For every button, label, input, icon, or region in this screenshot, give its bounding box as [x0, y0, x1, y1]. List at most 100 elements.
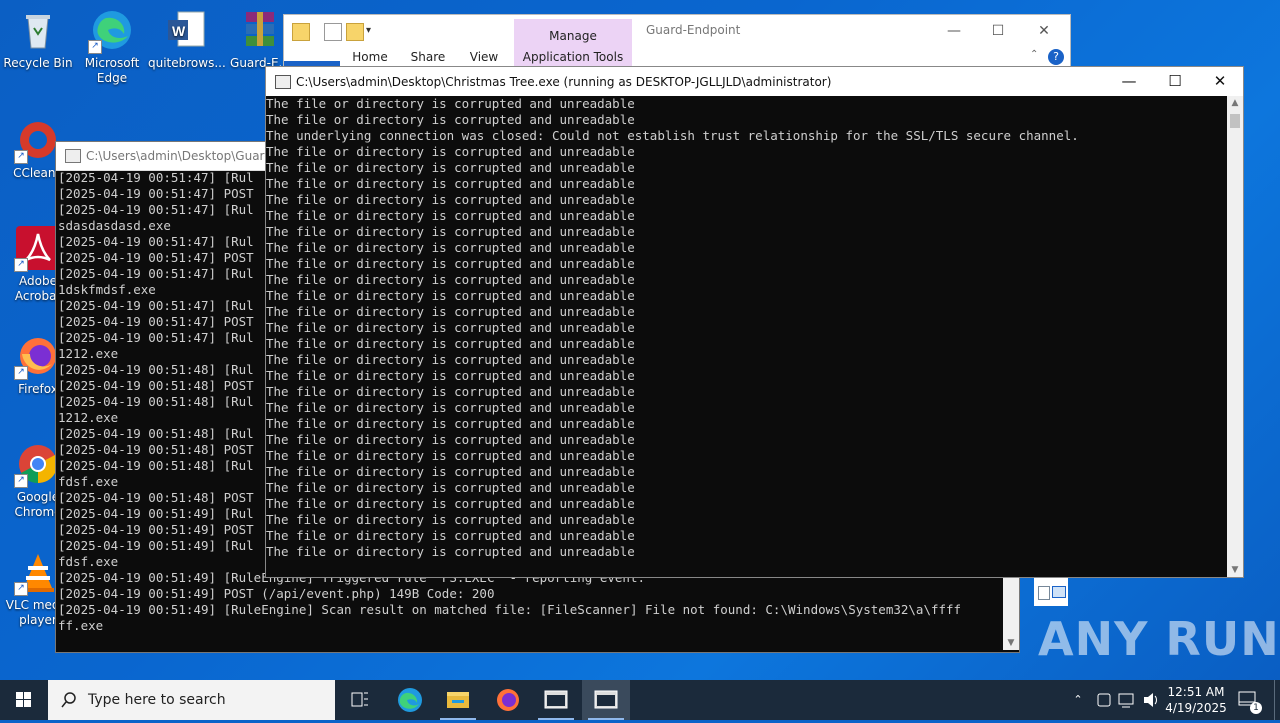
console-line: The file or directory is corrupted and u…	[266, 112, 635, 127]
console-line: The file or directory is corrupted and u…	[266, 288, 635, 303]
tree-console-scrollbar[interactable]: ▲ ▼	[1227, 96, 1243, 577]
new-folder-icon[interactable]	[346, 23, 364, 41]
console-line: The file or directory is corrupted and u…	[266, 320, 635, 335]
shortcut-arrow-icon: ↗	[14, 150, 28, 164]
console-icon	[65, 149, 81, 163]
console-line: The file or directory is corrupted and u…	[266, 464, 635, 479]
console-line: The file or directory is corrupted and u…	[266, 272, 635, 287]
task-view-button[interactable]	[336, 680, 384, 720]
shortcut-arrow-icon: ↗	[88, 40, 102, 54]
desktop-icon-quitebrows[interactable]: W quitebrows...	[148, 8, 226, 71]
console-line: The file or directory is corrupted and u…	[266, 448, 635, 463]
tree-console-title: C:\Users\admin\Desktop\Christmas Tree.ex…	[296, 75, 832, 89]
properties-icon[interactable]	[324, 23, 342, 41]
console-line: The file or directory is corrupted and u…	[266, 160, 635, 175]
windows-logo-icon	[16, 692, 31, 707]
anyrun-watermark: ANY RUN	[1038, 612, 1280, 666]
console-line: The file or directory is corrupted and u…	[266, 480, 635, 495]
maximize-button[interactable]: ☐	[976, 19, 1020, 43]
start-button[interactable]	[0, 680, 48, 720]
ccleaner-icon: ↗	[14, 118, 60, 164]
large-icons-view-icon[interactable]	[1052, 586, 1066, 598]
notification-badge: 1	[1250, 702, 1262, 714]
folder-icon	[292, 23, 310, 41]
edge-icon: ↗	[88, 8, 134, 54]
console-line: [2025-04-19 00:51:49] POST (/api/event.p…	[58, 586, 495, 601]
scroll-down-icon[interactable]: ▼	[1003, 636, 1019, 650]
shortcut-arrow-icon: ↗	[14, 258, 28, 272]
scroll-down-icon[interactable]: ▼	[1227, 563, 1243, 577]
desktop-icon-label: quitebrows...	[148, 56, 226, 70]
winrar-icon	[238, 8, 282, 52]
edge-icon	[398, 688, 422, 712]
desktop-icon-label: Microsoft Edge	[84, 56, 140, 85]
console-line: The underlying connection was closed: Co…	[266, 128, 1079, 143]
guard-console-title: C:\Users\admin\Desktop\Guard-E	[86, 149, 284, 163]
search-placeholder: Type here to search	[88, 692, 226, 708]
help-icon[interactable]: ?	[1048, 49, 1064, 65]
tree-console-output: The file or directory is corrupted and u…	[266, 96, 1226, 577]
desktop-icon-label: Recycle Bin	[3, 56, 73, 70]
console-icon	[544, 690, 568, 709]
ribbon-collapse-icon[interactable]: ⌃	[1030, 49, 1038, 60]
word-doc-icon: W	[164, 8, 208, 52]
manage-context-tab[interactable]: Manage	[514, 29, 632, 43]
console-line: The file or directory is corrupted and u…	[266, 416, 635, 431]
taskbar-clock[interactable]: 12:51 AM 4/19/2025	[1160, 684, 1232, 716]
console-line: ff.exe	[58, 618, 104, 633]
show-desktop-button[interactable]	[1274, 680, 1280, 720]
recycle-bin-icon	[16, 8, 60, 52]
close-button[interactable]: ✕	[1197, 67, 1243, 96]
notification-center-icon[interactable]: 1	[1236, 680, 1262, 720]
taskbar-console-tree[interactable]	[582, 680, 630, 720]
explorer-view-toggle[interactable]	[1034, 576, 1068, 606]
taskbar-console-guard[interactable]	[532, 680, 580, 720]
taskbar-edge[interactable]	[386, 680, 434, 720]
chrome-icon: ↗	[14, 442, 60, 488]
console-line: The file or directory is corrupted and u…	[266, 176, 635, 191]
console-line: The file or directory is corrupted and u…	[266, 144, 635, 159]
shortcut-arrow-icon: ↗	[14, 366, 28, 380]
search-icon	[61, 692, 76, 708]
volume-icon[interactable]	[1140, 680, 1162, 720]
show-hidden-icons-icon[interactable]: ⌃	[1068, 680, 1088, 720]
scroll-up-icon[interactable]: ▲	[1227, 96, 1243, 110]
taskbar-file-explorer[interactable]	[434, 680, 482, 720]
taskbar-search-box[interactable]: Type here to search	[48, 680, 335, 720]
console-line: The file or directory is corrupted and u…	[266, 256, 635, 271]
christmas-tree-console[interactable]: C:\Users\admin\Desktop\Christmas Tree.ex…	[265, 66, 1244, 578]
customize-toolbar-icon[interactable]: ▾	[366, 23, 382, 39]
minimize-button[interactable]: —	[1106, 67, 1152, 96]
console-line: The file or directory is corrupted and u…	[266, 304, 635, 319]
console-icon	[275, 75, 291, 89]
console-line: The file or directory is corrupted and u…	[266, 512, 635, 527]
console-line: The file or directory is corrupted and u…	[266, 352, 635, 367]
console-line: The file or directory is corrupted and u…	[266, 240, 635, 255]
tray-app-icon[interactable]	[1094, 680, 1114, 720]
taskbar-firefox[interactable]	[484, 680, 532, 720]
details-view-icon[interactable]	[1038, 586, 1050, 600]
desktop-icon-recycle-bin[interactable]: Recycle Bin	[0, 8, 76, 71]
close-button[interactable]: ✕	[1022, 19, 1066, 43]
console-line: The file or directory is corrupted and u…	[266, 432, 635, 447]
desktop-icon-edge[interactable]: ↗ Microsoft Edge	[74, 8, 150, 86]
task-view-icon	[351, 692, 368, 707]
svg-text:W: W	[172, 23, 186, 39]
console-line: The file or directory is corrupted and u…	[266, 96, 635, 111]
shortcut-arrow-icon: ↗	[14, 474, 28, 488]
taskbar: Type here to search ⌃ 12:51 AM 4/19/2025…	[0, 680, 1280, 720]
console-line: The file or directory is corrupted and u…	[266, 544, 635, 559]
shortcut-arrow-icon: ↗	[14, 582, 28, 596]
network-icon[interactable]	[1116, 680, 1138, 720]
maximize-button[interactable]: ☐	[1152, 67, 1198, 96]
console-line: The file or directory is corrupted and u…	[266, 368, 635, 383]
firefox-icon	[497, 689, 519, 711]
vlc-icon: ↗	[14, 550, 60, 596]
tree-console-titlebar[interactable]: C:\Users\admin\Desktop\Christmas Tree.ex…	[266, 67, 1243, 96]
clock-date: 4/19/2025	[1165, 701, 1227, 715]
explorer-title: Guard-Endpoint	[646, 23, 741, 37]
minimize-button[interactable]: —	[932, 19, 976, 43]
console-line: [2025-04-19 00:51:49] [RuleEngine] Scan …	[58, 602, 962, 617]
console-icon	[594, 690, 618, 709]
scroll-thumb[interactable]	[1230, 114, 1240, 128]
